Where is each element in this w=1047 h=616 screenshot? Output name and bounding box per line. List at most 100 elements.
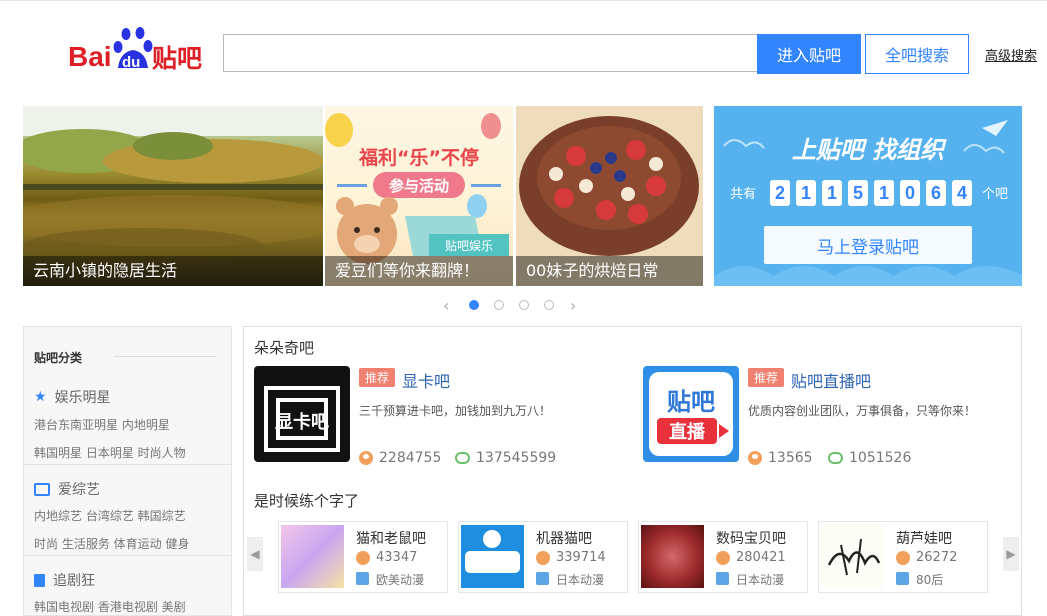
member-count-value: 2284755 xyxy=(379,450,442,466)
tag-icon xyxy=(896,572,909,585)
carousel-dot[interactable] xyxy=(519,300,529,310)
carousel-dot[interactable] xyxy=(494,300,504,310)
sidebar-heading: 贴吧分类 xyxy=(34,351,83,365)
sidebar-heading-divider xyxy=(114,356,216,357)
featured-tieba-desc: 优质内容创业团队，万事俱备，只等你来！ xyxy=(748,404,977,418)
card-member-count: 280421 xyxy=(736,550,786,565)
section-title-calligraphy: 是时候练个字了 xyxy=(254,492,360,510)
live-tieba-logo: 贴吧 直播 xyxy=(649,372,733,456)
section-title-recommended: 朵朵奇吧 xyxy=(254,339,315,357)
user-icon xyxy=(536,551,550,565)
card-category: 日本动漫 xyxy=(556,573,605,587)
category-subs[interactable]: 韩国电视剧 香港电视剧 美剧 xyxy=(34,598,186,615)
card-name: 猫和老鼠吧 xyxy=(356,531,426,547)
sidebar-divider xyxy=(24,464,231,465)
member-count-value: 13565 xyxy=(768,450,813,466)
card-name: 数码宝贝吧 xyxy=(716,531,786,547)
count-prefix: 共有 xyxy=(730,187,756,202)
count-suffix: 个吧 xyxy=(982,187,1008,202)
recommend-badge: 推荐 xyxy=(748,368,785,387)
tieba-card[interactable]: 数码宝贝吧 280421 日本动漫 xyxy=(638,521,808,593)
carousel-slide-3[interactable]: 00妹子的烘焙日常 xyxy=(516,106,703,286)
card-name: 葫芦娃吧 xyxy=(896,531,952,547)
carousel-slide-1[interactable]: 云南小镇的隐居生活 xyxy=(23,106,323,286)
card-name: 机器猫吧 xyxy=(536,531,592,547)
tag-icon xyxy=(716,572,729,585)
top-divider xyxy=(0,0,1047,1)
tieba-card[interactable]: 葫芦娃吧 26272 80后 xyxy=(818,521,988,593)
card-category: 欧美动漫 xyxy=(376,573,425,587)
cards-prev-arrow-icon[interactable]: ◀ xyxy=(247,537,263,571)
carousel-dot[interactable] xyxy=(544,300,554,310)
gpu-tieba-logo: 显卡吧 xyxy=(264,386,340,452)
user-icon xyxy=(359,451,373,465)
post-count-value: 137545599 xyxy=(476,450,557,466)
tom-and-jerry-thumbnail xyxy=(281,525,344,588)
counter-digit: 5 xyxy=(853,183,863,203)
advanced-search-link[interactable]: 高级搜索 xyxy=(985,45,1037,64)
login-headline: 上贴吧 找组织 xyxy=(792,136,947,164)
message-icon xyxy=(828,452,843,464)
featured-tieba-name[interactable]: 显卡吧 xyxy=(402,368,450,392)
slide-title-line2: 参与活动 xyxy=(389,177,449,195)
card-member-count: 43347 xyxy=(376,550,418,565)
next-slide-icon[interactable]: › xyxy=(570,296,576,315)
sidebar-divider xyxy=(24,555,231,556)
counter-digit: 0 xyxy=(905,183,915,203)
category-variety-shows[interactable]: 爱综艺 xyxy=(34,479,100,499)
carousel-dot[interactable] xyxy=(469,300,479,310)
category-subs[interactable]: 内地综艺 台湾综艺 韩国综艺 xyxy=(34,507,186,524)
star-icon: ★ xyxy=(34,389,47,405)
category-subs[interactable]: 港台东南亚明星 内地明星 xyxy=(34,416,170,433)
member-count: 13565 xyxy=(748,450,813,466)
user-icon xyxy=(716,551,730,565)
tv-icon xyxy=(34,482,50,496)
tag-icon xyxy=(356,572,369,585)
recommend-badge: 推荐 xyxy=(359,368,396,387)
tieba-card[interactable]: 猫和老鼠吧 43347 欧美动漫 xyxy=(278,521,448,593)
featured-tieba-name[interactable]: 贴吧直播吧 xyxy=(791,368,871,392)
post-count: 1051526 xyxy=(828,450,911,466)
login-button[interactable]: 马上登录贴吧 xyxy=(764,226,972,264)
category-entertainment-stars[interactable]: ★ 娱乐明星 xyxy=(34,387,111,407)
tieba-card[interactable]: 机器猫吧 339714 日本动漫 xyxy=(458,521,628,593)
category-label: 追剧狂 xyxy=(53,573,95,589)
tag-icon xyxy=(536,572,549,585)
counter-digit: 6 xyxy=(931,183,941,203)
category-subs[interactable]: 韩国明星 日本明星 时尚人物 xyxy=(34,444,186,461)
logo-tieba-text: 贴吧 xyxy=(152,44,202,73)
logo-du-text: du xyxy=(122,54,140,71)
card-member-count: 26272 xyxy=(916,550,958,565)
slide-badge: 贴吧娱乐 xyxy=(445,239,493,253)
category-tv-dramas[interactable]: 追剧狂 xyxy=(34,570,95,590)
live-tieba-avatar[interactable]: 贴吧 直播 xyxy=(643,366,739,462)
category-label: 娱乐明星 xyxy=(54,390,111,406)
message-icon xyxy=(455,452,470,464)
counter-digit: 2 xyxy=(775,183,785,203)
counter-digit: 1 xyxy=(879,183,889,203)
search-input[interactable] xyxy=(223,34,757,72)
carousel-slide-2[interactable]: 福利“乐”不停 参与活动 贴吧娱乐 爱豆们等你来翻牌！ xyxy=(325,106,513,286)
gpu-logo-text: 显卡吧 xyxy=(275,411,329,433)
slide-caption: 爱豆们等你来翻牌！ xyxy=(325,256,513,286)
user-icon xyxy=(896,551,910,565)
cards-next-arrow-icon[interactable]: ▶ xyxy=(1003,537,1019,571)
post-count-value: 1051526 xyxy=(849,450,912,466)
user-icon xyxy=(356,551,370,565)
film-icon xyxy=(34,573,45,587)
baidu-tieba-logo[interactable]: Bai du 贴吧 xyxy=(66,24,211,76)
all-tieba-search-button[interactable]: 全吧搜索 xyxy=(865,34,969,74)
category-subs[interactable]: 时尚 生活服务 体育运动 健身 xyxy=(34,535,189,552)
enter-tieba-button[interactable]: 进入贴吧 xyxy=(757,34,861,74)
member-count: 2284755 xyxy=(359,450,441,466)
card-category: 日本动漫 xyxy=(736,573,785,587)
paw-icon: Bai du 贴吧 xyxy=(68,27,202,73)
category-label: 爱综艺 xyxy=(58,482,100,498)
gpu-tieba-avatar[interactable]: 显卡吧 xyxy=(254,366,350,462)
slide-caption: 00妹子的烘焙日常 xyxy=(516,256,703,286)
doraemon-thumbnail xyxy=(461,525,524,588)
logo-bai-text: Bai xyxy=(68,41,112,72)
slide-caption: 云南小镇的隐居生活 xyxy=(23,256,323,286)
prev-slide-icon[interactable]: ‹ xyxy=(443,296,449,315)
user-icon xyxy=(748,451,762,465)
